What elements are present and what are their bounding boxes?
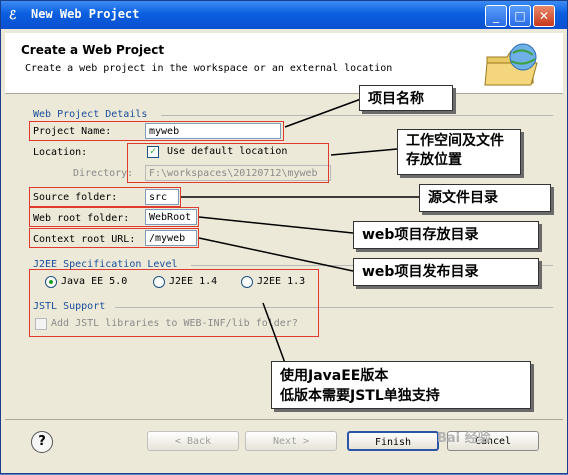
- callout-j2ee-line1: 使用JavaEE版本: [280, 368, 389, 384]
- finish-button[interactable]: Finish: [347, 431, 439, 451]
- callout-source-folder: 源文件目录: [419, 184, 551, 212]
- dialog-window: ℰ New Web Project _ □ ✕ Create a Web Pro…: [0, 0, 568, 474]
- callout-j2ee: 使用JavaEE版本 低版本需要JSTL单独支持: [271, 361, 531, 409]
- watermark: Bai 经验: [437, 431, 491, 446]
- callout-project-name: 项目名称: [359, 85, 453, 111]
- callout-context-root: web项目发布目录: [353, 258, 539, 286]
- next-button[interactable]: Next >: [245, 431, 337, 451]
- callout-location: 工作空间及文件存放位置: [397, 129, 521, 175]
- help-icon[interactable]: ?: [31, 431, 53, 453]
- button-bar-divider: [5, 419, 563, 420]
- callout-web-root: web项目存放目录: [353, 221, 539, 249]
- back-button[interactable]: < Back: [147, 431, 239, 451]
- callout-j2ee-line2: 低版本需要JSTL单独支持: [280, 388, 440, 404]
